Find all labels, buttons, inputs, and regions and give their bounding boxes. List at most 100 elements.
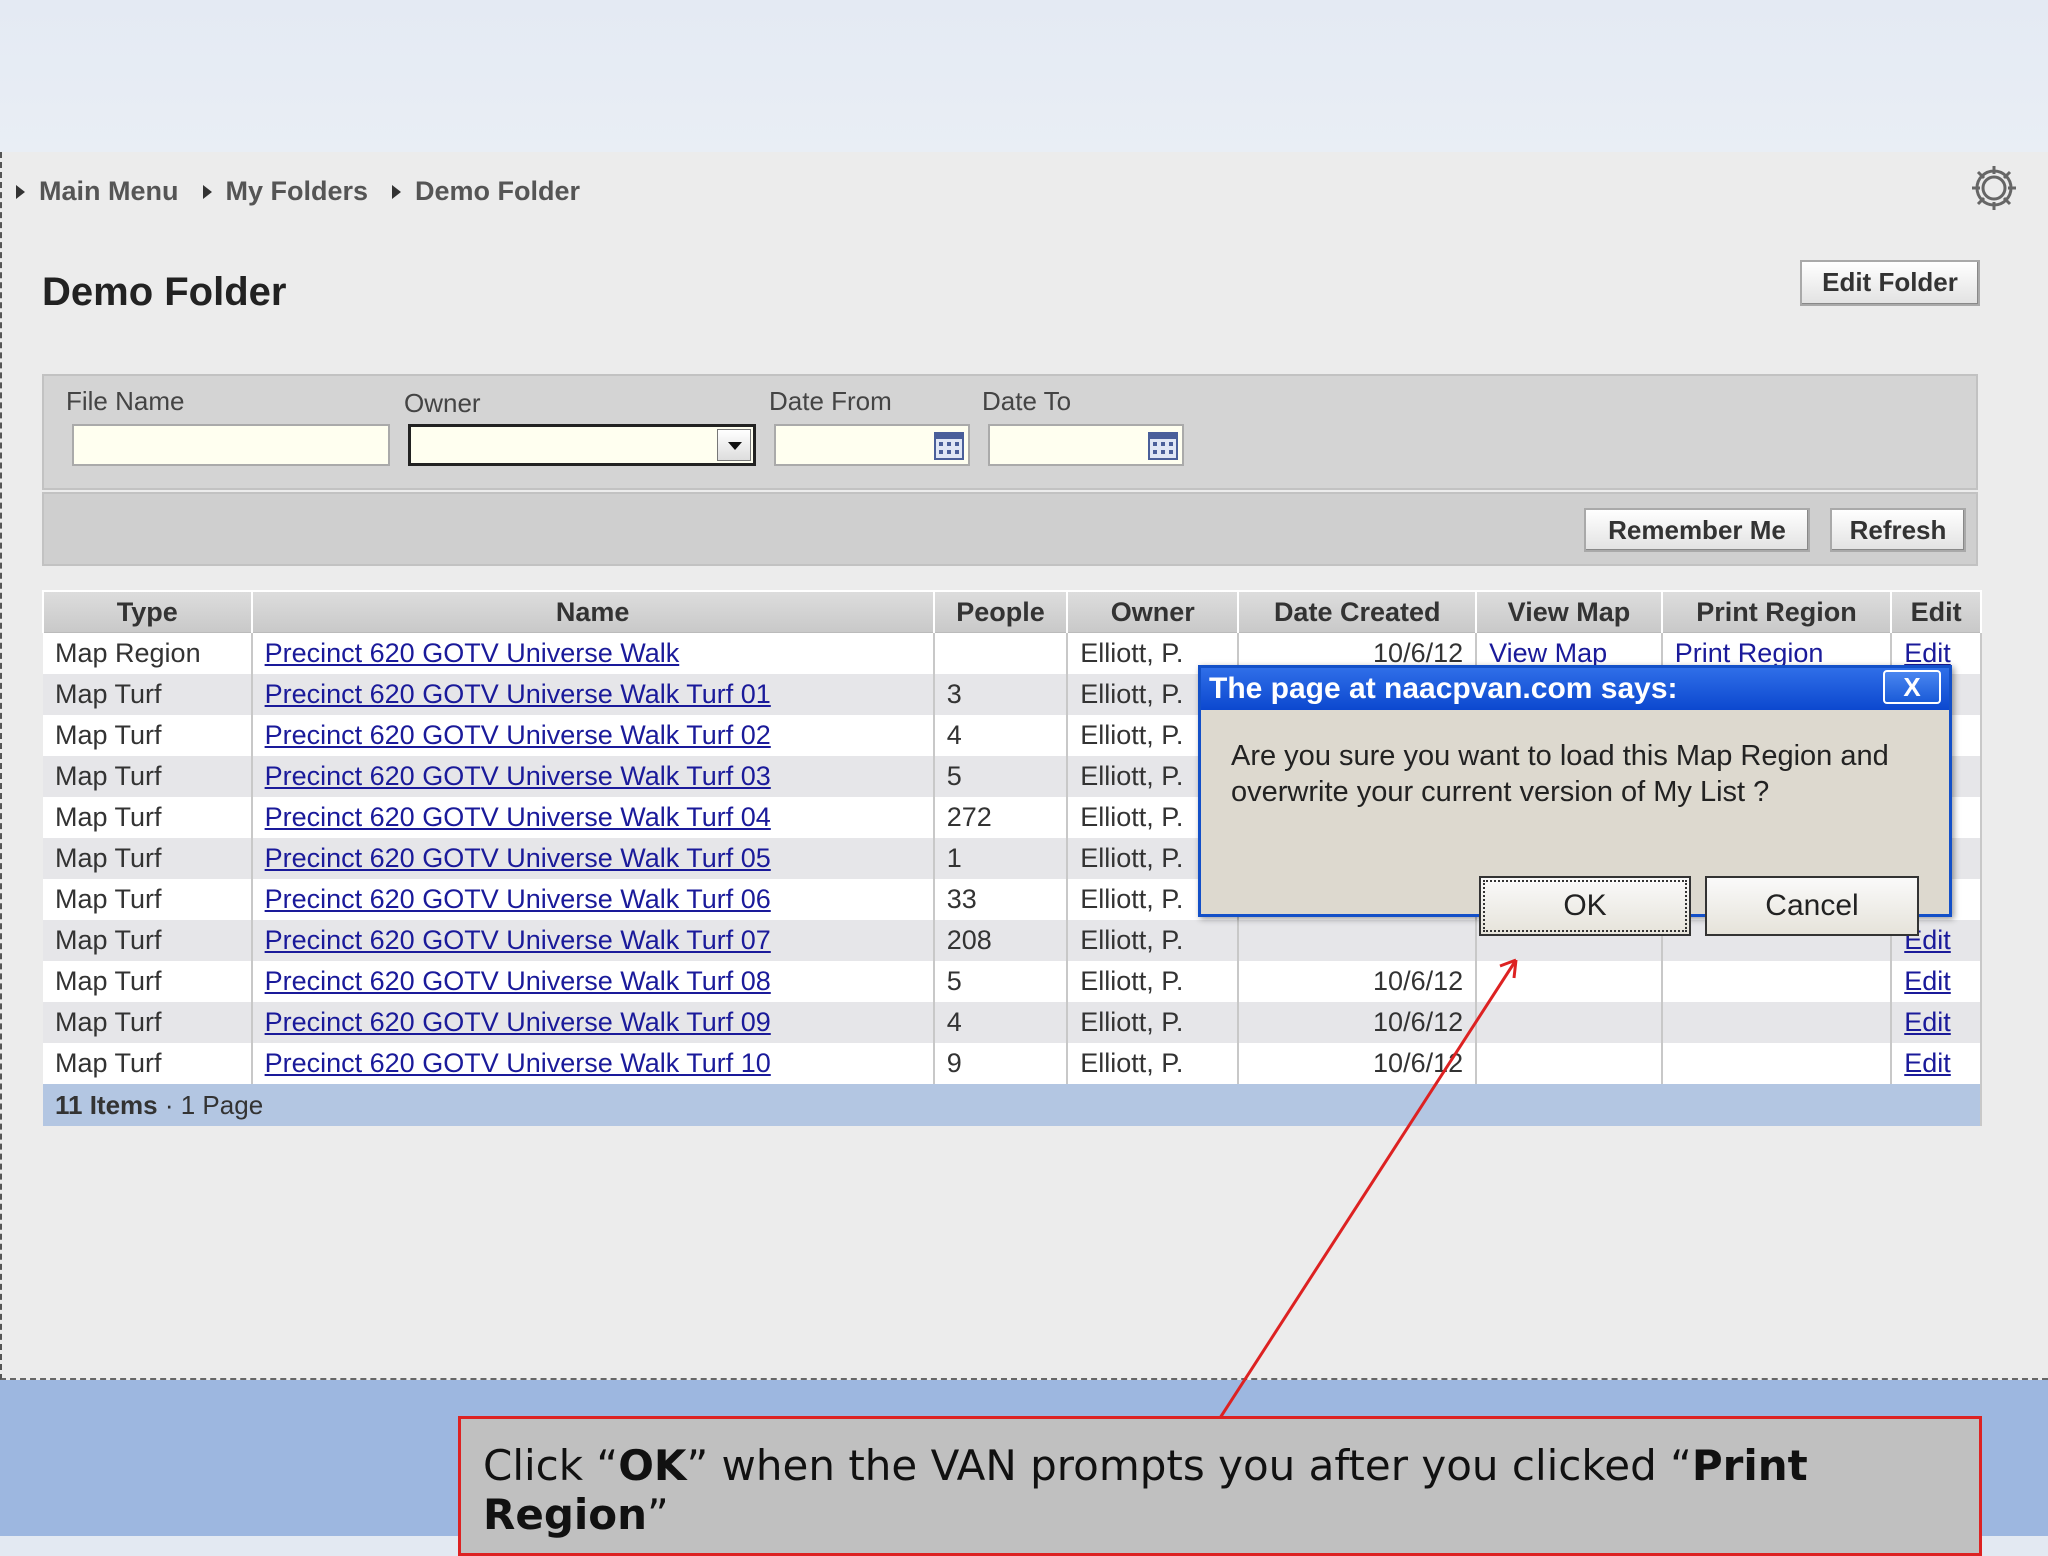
type-cell: Map Turf xyxy=(43,920,253,961)
name-link[interactable]: Precinct 620 GOTV Universe Walk xyxy=(265,638,680,668)
column-header-print-region[interactable]: Print Region xyxy=(1660,590,1893,633)
people-cell: 208 xyxy=(933,920,1069,961)
breadcrumb-arrow-icon xyxy=(202,184,212,199)
edit-link[interactable]: Edit xyxy=(1904,966,1951,996)
file-name-input[interactable] xyxy=(72,424,390,466)
breadcrumb-label[interactable]: My Folders xyxy=(226,176,369,207)
name-link[interactable]: Precinct 620 GOTV Universe Walk Turf 04 xyxy=(265,802,771,832)
people-cell: 4 xyxy=(933,1002,1069,1043)
people-cell: 5 xyxy=(933,756,1069,797)
action-bar: Remember Me Refresh xyxy=(42,492,1978,566)
owner-cell: Elliott, P. xyxy=(1067,961,1240,1002)
date-created-cell xyxy=(1238,920,1478,961)
page-count: · 1 Page xyxy=(157,1089,264,1120)
owner-cell: Elliott, P. xyxy=(1067,1043,1240,1084)
pagination-info: 11 Items · 1 Page xyxy=(43,1084,1982,1126)
breadcrumb-my-folders[interactable]: My Folders xyxy=(202,176,369,207)
owner-cell: Elliott, P. xyxy=(1067,920,1240,961)
breadcrumb-label[interactable]: Main Menu xyxy=(39,176,179,207)
column-header-type[interactable]: Type xyxy=(42,590,253,633)
table-footer-row: 11 Items · 1 Page xyxy=(43,1084,1982,1126)
edit-folder-button[interactable]: Edit Folder xyxy=(1800,260,1980,306)
ok-button[interactable]: OK xyxy=(1479,876,1691,936)
name-link[interactable]: Precinct 620 GOTV Universe Walk Turf 07 xyxy=(265,925,771,955)
name-cell: Precinct 620 GOTV Universe Walk Turf 06 xyxy=(251,879,935,920)
column-header-owner[interactable]: Owner xyxy=(1066,590,1240,633)
date-to-input[interactable] xyxy=(988,424,1184,466)
name-link[interactable]: Precinct 620 GOTV Universe Walk Turf 01 xyxy=(265,679,771,709)
edit-cell: Edit xyxy=(1891,1043,1982,1084)
refresh-button[interactable]: Refresh xyxy=(1830,508,1966,552)
type-cell: Map Turf xyxy=(43,1043,253,1084)
cancel-button[interactable]: Cancel xyxy=(1705,876,1919,936)
name-link[interactable]: Precinct 620 GOTV Universe Walk Turf 10 xyxy=(265,1048,771,1078)
breadcrumb: Main Menu My Folders Demo Folder xyxy=(16,176,604,207)
callout-text-2: ” when the VAN prompts you after you cli… xyxy=(686,1441,1692,1490)
owner-select[interactable] xyxy=(408,424,756,466)
type-cell: Map Turf xyxy=(43,961,253,1002)
date-created-cell: 10/6/12 xyxy=(1238,1002,1478,1043)
type-cell: Map Turf xyxy=(43,879,253,920)
people-cell: 272 xyxy=(933,797,1069,838)
callout-bold-ok: OK xyxy=(618,1441,687,1490)
column-header-name[interactable]: Name xyxy=(250,590,935,633)
instruction-callout: Click “OK” when the VAN prompts you afte… xyxy=(458,1416,1982,1556)
column-header-date-created[interactable]: Date Created xyxy=(1237,590,1478,633)
date-created-cell: 10/6/12 xyxy=(1238,961,1478,1002)
print-region-cell xyxy=(1661,961,1893,1002)
chevron-down-icon[interactable] xyxy=(717,429,751,461)
name-cell: Precinct 620 GOTV Universe Walk Turf 05 xyxy=(251,838,935,879)
callout-text-1: Click “ xyxy=(483,1441,619,1490)
gear-icon[interactable] xyxy=(1966,160,2022,216)
view-map-link[interactable]: View Map xyxy=(1489,638,1607,668)
print-region-cell xyxy=(1661,1002,1893,1043)
name-link[interactable]: Precinct 620 GOTV Universe Walk Turf 03 xyxy=(265,761,771,791)
column-header-view-map[interactable]: View Map xyxy=(1475,590,1663,633)
close-icon[interactable]: X xyxy=(1883,670,1941,704)
calendar-icon[interactable] xyxy=(934,432,964,460)
type-cell: Map Turf xyxy=(43,1002,253,1043)
calendar-icon[interactable] xyxy=(1148,432,1178,460)
column-header-edit[interactable]: Edit xyxy=(1890,590,1982,633)
type-cell: Map Turf xyxy=(43,838,253,879)
owner-label: Owner xyxy=(404,388,481,418)
edit-cell: Edit xyxy=(1891,961,1982,1002)
breadcrumb-demo-folder[interactable]: Demo Folder xyxy=(392,176,580,207)
remember-me-button[interactable]: Remember Me xyxy=(1584,508,1810,552)
view-map-cell xyxy=(1476,961,1663,1002)
name-link[interactable]: Precinct 620 GOTV Universe Walk Turf 02 xyxy=(265,720,771,750)
people-cell: 9 xyxy=(933,1043,1069,1084)
type-cell: Map Turf xyxy=(43,715,253,756)
table-header-row: Type Name People Owner Date Created View… xyxy=(42,590,1982,633)
edit-link[interactable]: Edit xyxy=(1904,638,1951,668)
file-name-label: File Name xyxy=(66,386,185,416)
item-count: 11 Items xyxy=(55,1089,158,1120)
name-cell: Precinct 620 GOTV Universe Walk Turf 03 xyxy=(251,756,935,797)
owner-cell: Elliott, P. xyxy=(1067,1002,1240,1043)
type-cell: Map Turf xyxy=(43,756,253,797)
breadcrumb-label[interactable]: Demo Folder xyxy=(415,176,580,207)
name-cell: Precinct 620 GOTV Universe Walk Turf 02 xyxy=(251,715,935,756)
name-link[interactable]: Precinct 620 GOTV Universe Walk Turf 05 xyxy=(265,843,771,873)
print-region-cell xyxy=(1661,1043,1893,1084)
view-map-cell xyxy=(1476,1043,1663,1084)
table-row: Map Turf Precinct 620 GOTV Universe Walk … xyxy=(43,1043,1982,1084)
name-cell: Precinct 620 GOTV Universe Walk Turf 10 xyxy=(251,1043,935,1084)
breadcrumb-main-menu[interactable]: Main Menu xyxy=(16,176,179,207)
print-region-link[interactable]: Print Region xyxy=(1675,638,1824,668)
name-link[interactable]: Precinct 620 GOTV Universe Walk Turf 08 xyxy=(265,966,771,996)
people-cell xyxy=(933,632,1069,674)
people-cell: 1 xyxy=(933,838,1069,879)
type-cell: Map Region xyxy=(43,632,253,674)
date-from-input[interactable] xyxy=(774,424,970,466)
name-link[interactable]: Precinct 620 GOTV Universe Walk Turf 06 xyxy=(265,884,771,914)
edit-link[interactable]: Edit xyxy=(1904,1048,1951,1078)
breadcrumb-arrow-icon xyxy=(392,184,402,199)
top-band xyxy=(0,0,2048,152)
edit-link[interactable]: Edit xyxy=(1904,1007,1951,1037)
confirm-dialog: The page at naacpvan.com says: X Are you… xyxy=(1198,665,1952,936)
people-cell: 4 xyxy=(933,715,1069,756)
column-header-people[interactable]: People xyxy=(932,590,1069,633)
name-cell: Precinct 620 GOTV Universe Walk Turf 04 xyxy=(251,797,935,838)
name-link[interactable]: Precinct 620 GOTV Universe Walk Turf 09 xyxy=(265,1007,771,1037)
